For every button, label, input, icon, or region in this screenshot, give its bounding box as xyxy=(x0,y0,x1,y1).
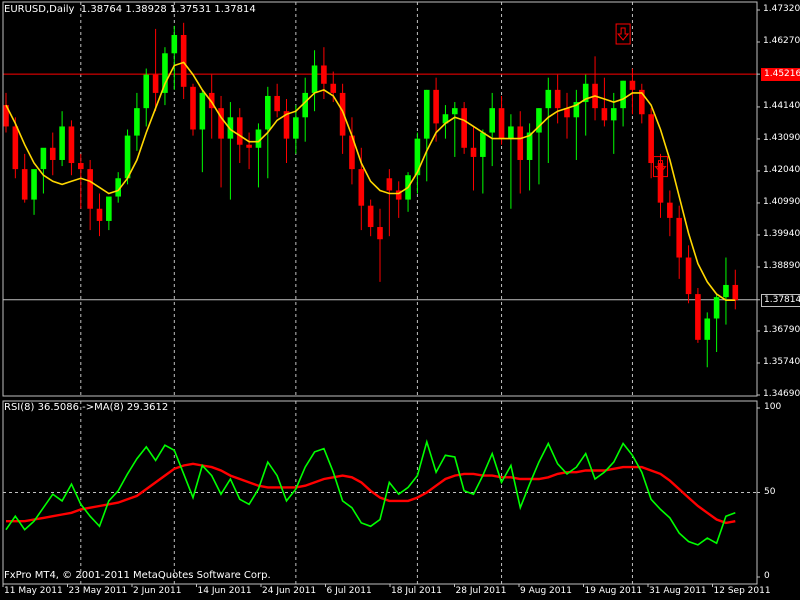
price-tick-label: 1.44140 xyxy=(763,100,800,111)
price-tick-label: 1.38890 xyxy=(763,260,800,271)
candle-body-down xyxy=(367,205,374,228)
time-tick-label: 9 Aug 2011 xyxy=(520,586,572,596)
candle-body-up xyxy=(545,89,552,109)
price-tick-label: 1.46270 xyxy=(763,36,800,46)
ohlc-values: 1.38764 1.38928 1.37531 1.37814 xyxy=(80,4,256,15)
trading-chart xyxy=(0,0,800,600)
candle-body-down xyxy=(358,169,365,206)
candle-body-up xyxy=(489,108,495,133)
rsi-tick-label: 0 xyxy=(764,571,770,581)
candle-body-up xyxy=(59,126,65,160)
price-tick-label: 1.40990 xyxy=(763,196,800,207)
price-tick-label: 1.34690 xyxy=(763,389,800,399)
candle-body-down xyxy=(87,169,93,209)
candle-body-up xyxy=(508,126,514,139)
candle-body-down xyxy=(433,89,439,124)
price-tick-label: 1.36790 xyxy=(763,324,800,335)
candle-body-up xyxy=(610,108,617,121)
price-line-tag: 1.45216 xyxy=(761,68,800,82)
candle-body-up xyxy=(293,117,299,139)
symbol-label: EURUSD,Daily xyxy=(4,4,75,15)
candle-body-up xyxy=(480,132,486,157)
candle-body-down xyxy=(21,169,28,200)
copyright-footer: FxPro MT4, © 2001-2011 MetaQuotes Softwa… xyxy=(4,570,271,581)
candle-body-down xyxy=(386,178,393,191)
candle-body-up xyxy=(704,318,711,340)
candle-body-up xyxy=(423,89,430,139)
candle-body-down xyxy=(554,89,561,109)
rsi-tick-label: 50 xyxy=(764,486,776,497)
candle-body-down xyxy=(676,217,682,258)
candle-body-down xyxy=(601,108,608,121)
candle-body-down xyxy=(180,34,187,87)
rsi-panel-header: RSI(8) 36.5086 ->MA(8) 29.3612 xyxy=(4,402,169,413)
rsi-tick-label: 100 xyxy=(764,402,782,412)
candle-body-down xyxy=(629,80,636,90)
candle-body-up xyxy=(143,74,150,109)
time-tick-label: 11 May 2011 xyxy=(4,586,63,596)
candle-body-down xyxy=(96,208,103,221)
time-tick-label: 18 Jul 2011 xyxy=(391,586,442,596)
candle-body-up xyxy=(124,135,131,179)
candle-body-down xyxy=(461,108,467,148)
candle-body-up xyxy=(620,80,626,109)
price-line-tag: 1.37814 xyxy=(761,293,800,307)
time-tick-label: 14 Jun 2011 xyxy=(197,586,252,596)
candle-body-down xyxy=(732,284,739,301)
candle-body-down xyxy=(657,163,664,203)
candle-body-down xyxy=(377,227,383,240)
price-tick-label: 1.42040 xyxy=(763,164,800,175)
candle-body-down xyxy=(470,147,477,157)
price-tick-label: 1.35740 xyxy=(763,356,800,367)
time-tick-label: 28 Jul 2011 xyxy=(455,586,507,596)
candle-body-down xyxy=(517,126,524,160)
candle-body-down xyxy=(236,117,243,145)
time-tick-label: 12 Sep 2011 xyxy=(713,586,771,596)
candle-body-up xyxy=(199,92,206,130)
price-panel-header: EURUSD,Daily 1.38764 1.38928 1.37531 1.3… xyxy=(4,4,256,15)
price-tick-label: 1.43090 xyxy=(763,132,800,143)
time-tick-label: 19 Aug 2011 xyxy=(584,586,643,596)
candle-body-down xyxy=(190,86,196,130)
candle-body-up xyxy=(134,108,140,136)
price-tick-label: 1.39940 xyxy=(763,228,800,239)
candle-body-down xyxy=(321,65,327,84)
candle-body-down xyxy=(246,144,252,148)
candle-body-down xyxy=(685,257,692,295)
candle-body-up xyxy=(452,108,458,115)
candle-body-down xyxy=(648,114,654,164)
candle-body-up xyxy=(40,147,47,170)
candle-body-down xyxy=(498,108,505,139)
candle-body-down xyxy=(68,126,75,164)
time-tick-label: 24 Jun 2011 xyxy=(262,586,317,596)
candle-body-down xyxy=(330,83,337,93)
time-tick-label: 31 Aug 2011 xyxy=(649,586,707,596)
candle-body-up xyxy=(171,34,178,54)
candle-body-down xyxy=(78,163,84,170)
time-tick-label: 6 Jul 2011 xyxy=(326,586,372,596)
candle-body-up xyxy=(723,284,729,298)
candle-body-down xyxy=(695,294,701,340)
candle-body-down xyxy=(49,147,56,160)
candle-body-up xyxy=(414,138,421,176)
candle-body-up xyxy=(31,169,37,200)
candle-body-up xyxy=(713,297,720,319)
candle-body-down xyxy=(12,126,19,170)
candle-body-up xyxy=(106,196,112,221)
candle-body-down xyxy=(274,95,280,112)
time-tick-label: 2 Jun 2011 xyxy=(133,586,182,596)
candle-body-down xyxy=(667,202,673,218)
candle-body-down xyxy=(152,74,159,93)
candle-body-up xyxy=(311,65,318,93)
price-tick-label: 1.47320 xyxy=(763,4,800,14)
candle-body-up xyxy=(265,95,271,130)
time-tick-label: 23 May 2011 xyxy=(68,586,128,596)
